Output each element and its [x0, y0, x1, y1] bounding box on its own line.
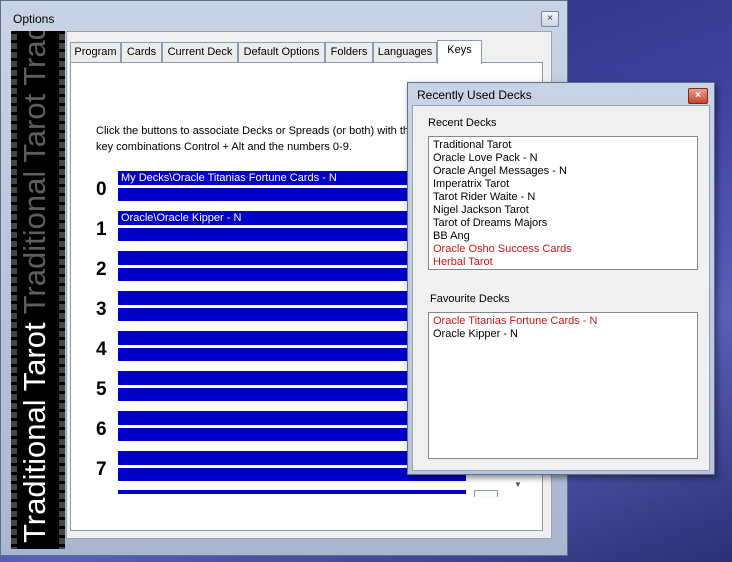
favourite-decks-label: Favourite Decks	[430, 293, 510, 305]
scroll-thumb[interactable]	[474, 490, 498, 497]
list-item[interactable]: Oracle Love Pack - N	[433, 152, 693, 165]
key-number: 5	[96, 379, 107, 400]
banner-primary: Traditional Tarot	[17, 322, 52, 543]
key-number: 2	[96, 259, 107, 280]
banner-text: Traditional Tarot Traditional Tarot Trad…	[16, 31, 54, 543]
list-item[interactable]: Traditional Tarot	[433, 139, 693, 152]
scroll-down-icon[interactable]: ▼	[510, 478, 526, 492]
options-title: Options	[13, 12, 55, 26]
list-item[interactable]: Tarot Rider Waite - N	[433, 191, 693, 204]
list-item[interactable]: Tarot of Dreams Majors	[433, 217, 693, 230]
recent-window-close-button[interactable]: ×	[688, 88, 708, 104]
list-item[interactable]: Oracle Angel Messages - N	[433, 165, 693, 178]
key-8-deck-button-partial[interactable]	[118, 490, 466, 494]
key-number: 4	[96, 339, 107, 360]
key-number: 7	[96, 459, 107, 480]
recent-window-body: Recent Decks Traditional Tarot Oracle Lo…	[412, 105, 710, 471]
keys-instructions: Click the buttons to associate Decks or …	[96, 125, 416, 153]
favourite-decks-list[interactable]: Oracle Titanias Fortune Cards - N Oracle…	[428, 312, 698, 459]
side-banner: Traditional Tarot Traditional Tarot Trad…	[11, 31, 65, 549]
banner-secondary: Traditional Tarot Traditio	[17, 31, 52, 315]
film-strip-right	[59, 31, 65, 549]
options-titlebar[interactable]: Options ×	[1, 1, 567, 31]
recent-decks-label: Recent Decks	[428, 117, 497, 129]
tab-current-deck[interactable]: Current Deck	[162, 42, 238, 62]
key-number: 6	[96, 419, 107, 440]
key-number: 0	[96, 179, 107, 200]
list-item-favourite[interactable]: Oracle Osho Success Cards	[433, 243, 693, 256]
list-item[interactable]: Nigel Jackson Tarot	[433, 204, 693, 217]
tab-languages[interactable]: Languages	[373, 42, 437, 62]
list-item-favourite[interactable]: Oracle Titanias Fortune Cards - N	[433, 315, 693, 328]
list-item[interactable]: Imperatrix Tarot	[433, 178, 693, 191]
options-close-button[interactable]: ×	[541, 11, 559, 27]
recent-decks-window: Recently Used Decks × Recent Decks Tradi…	[407, 82, 715, 475]
tab-cards[interactable]: Cards	[121, 42, 162, 62]
tab-program[interactable]: Program	[70, 42, 121, 62]
recent-window-title: Recently Used Decks	[417, 88, 532, 102]
recent-decks-list[interactable]: Traditional Tarot Oracle Love Pack - N O…	[428, 136, 698, 270]
list-item[interactable]: BB Ang	[433, 230, 693, 243]
list-item[interactable]: Oracle Kipper - N	[433, 328, 693, 341]
list-item-favourite[interactable]: Herbal Tarot	[433, 256, 693, 269]
tab-folders[interactable]: Folders	[325, 42, 373, 62]
tab-keys[interactable]: Keys	[437, 40, 482, 64]
tab-default-options[interactable]: Default Options	[238, 42, 325, 62]
key-number: 3	[96, 299, 107, 320]
key-number: 1	[96, 219, 107, 240]
